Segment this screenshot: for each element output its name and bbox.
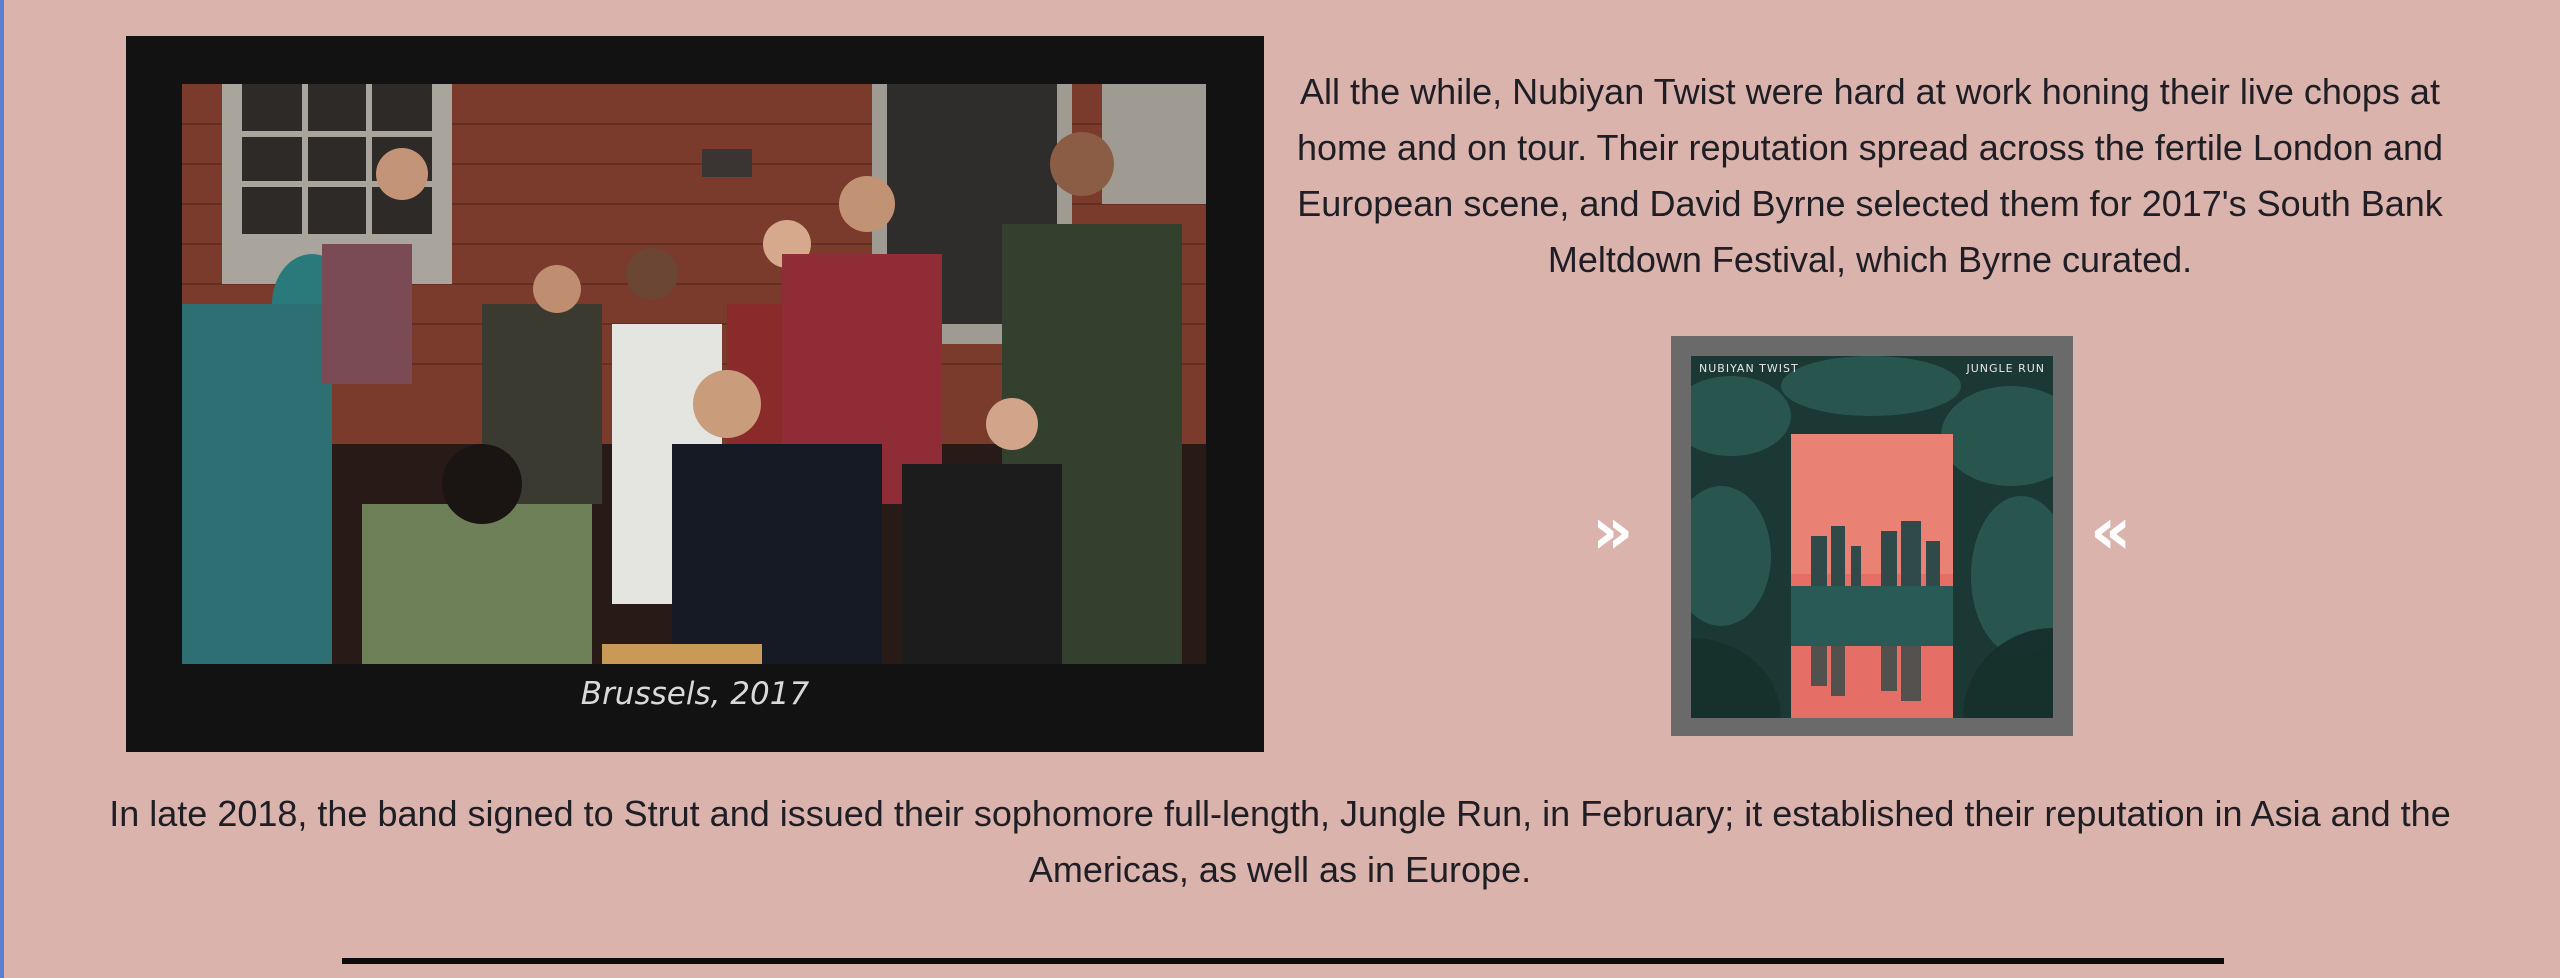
section-divider bbox=[342, 958, 2224, 964]
story-paragraph-1: All the while, Nubiyan Twist were hard a… bbox=[1296, 71, 2444, 280]
band-photo bbox=[182, 84, 1206, 664]
carousel-next-button[interactable]: « bbox=[2090, 500, 2131, 564]
album-title-label: JUNGLE RUN bbox=[1966, 362, 2045, 375]
window-edge bbox=[0, 0, 4, 978]
band-photo-frame: Brussels, 2017 bbox=[126, 36, 1264, 752]
album-artist-label: NUBIYAN TWIST bbox=[1699, 362, 1799, 375]
album-cover-jungle-run[interactable]: NUBIYAN TWIST JUNGLE RUN bbox=[1691, 356, 2053, 718]
story-paragraph-2: In late 2018, the band signed to Strut a… bbox=[109, 793, 2451, 890]
carousel-prev-button[interactable]: » bbox=[1592, 500, 1633, 564]
photo-caption: Brussels, 2017 bbox=[580, 676, 810, 712]
album-cover-frame: NUBIYAN TWIST JUNGLE RUN bbox=[1671, 336, 2073, 736]
